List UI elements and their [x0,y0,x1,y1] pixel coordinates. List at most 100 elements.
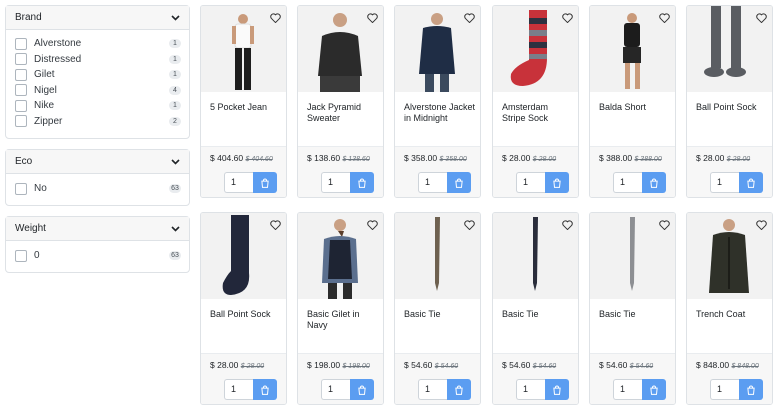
filter-option[interactable]: Nigel 4 [6,83,189,99]
product-name[interactable]: Ball Point Sock [696,102,768,113]
product-name[interactable]: Basic Tie [404,309,476,320]
quantity-input[interactable]: 1 [516,379,545,400]
filter-header-weight[interactable]: Weight [6,217,189,241]
heart-icon[interactable] [756,220,767,230]
product-image[interactable] [395,213,480,299]
shopping-bag-icon [260,178,270,188]
quantity-input[interactable]: 1 [224,379,253,400]
chevron-down-icon[interactable] [170,223,181,234]
product-name[interactable]: Ball Point Sock [210,309,282,320]
product-image[interactable] [201,6,286,92]
product-image[interactable] [201,213,286,299]
product-card[interactable]: Jack Pyramid Sweater $ 138.60 $ 138.60 1 [297,5,384,198]
filter-option[interactable]: Nike 1 [6,98,189,114]
add-to-cart-button[interactable] [739,172,763,193]
filter-option[interactable]: Alverstone 1 [6,36,189,52]
product-card[interactable]: Basic Gilet in Navy $ 198.00 $ 198.00 1 [297,212,384,405]
product-image[interactable] [590,213,675,299]
product-image[interactable] [395,6,480,92]
checkbox[interactable] [15,53,27,66]
heart-icon[interactable] [367,220,378,230]
checkbox[interactable] [15,84,27,97]
product-card[interactable]: Basic Tie $ 54.60 $ 54.60 1 [589,212,676,405]
checkbox[interactable] [15,249,27,262]
filter-header-eco[interactable]: Eco [6,150,189,174]
product-image[interactable] [687,213,772,299]
filter-option[interactable]: Zipper 2 [6,114,189,130]
checkbox[interactable] [15,37,27,50]
shopping-bag-icon [552,178,562,188]
product-name[interactable]: Basic Gilet in Navy [307,309,379,331]
quantity-input[interactable]: 1 [418,379,447,400]
add-to-cart-button[interactable] [350,379,374,400]
add-to-cart-button[interactable] [447,379,471,400]
add-to-cart-button[interactable] [350,172,374,193]
add-to-cart-button[interactable] [447,172,471,193]
heart-icon[interactable] [756,13,767,23]
product-footer: $ 848.00 $ 848.00 1 [687,353,772,404]
add-to-cart-button[interactable] [253,379,277,400]
product-card[interactable]: 5 Pocket Jean $ 404.60 $ 404.60 1 [200,5,287,198]
filter-option[interactable]: 0 63 [6,248,189,264]
add-to-cart-button[interactable] [739,379,763,400]
quantity-input[interactable]: 1 [710,172,739,193]
checkbox[interactable] [15,99,27,112]
product-card[interactable]: Trench Coat $ 848.00 $ 848.00 1 [686,212,773,405]
checkbox[interactable] [15,115,27,128]
product-name[interactable]: Trench Coat [696,309,768,320]
product-image[interactable] [493,213,578,299]
heart-icon[interactable] [270,220,281,230]
count-badge: 63 [169,251,181,261]
product-name[interactable]: Jack Pyramid Sweater [307,102,379,124]
product-image[interactable] [493,6,578,92]
quantity-input[interactable]: 1 [224,172,253,193]
add-to-cart-button[interactable] [642,172,666,193]
heart-icon[interactable] [270,13,281,23]
add-to-cart-button[interactable] [642,379,666,400]
product-name[interactable]: Alverstone Jacket in Midnight [404,102,476,124]
product-card[interactable]: Basic Tie $ 54.60 $ 54.60 1 [492,212,579,405]
shopping-bag-icon [746,178,756,188]
product-image[interactable] [687,6,772,92]
product-card[interactable]: Alverstone Jacket in Midnight $ 358.00 $ … [394,5,481,198]
quantity-input[interactable]: 1 [418,172,447,193]
quantity-input[interactable]: 1 [710,379,739,400]
product-card[interactable]: Amsterdam Stripe Sock $ 28.00 $ 28.00 1 [492,5,579,198]
quantity-input[interactable]: 1 [321,172,350,193]
product-image[interactable] [590,6,675,92]
quantity-input[interactable]: 1 [613,172,642,193]
product-card[interactable]: Ball Point Sock $ 28.00 $ 28.00 1 [686,5,773,198]
chevron-down-icon[interactable] [170,12,181,23]
checkbox[interactable] [15,68,27,81]
filter-option[interactable]: Gilet 1 [6,67,189,83]
product-name[interactable]: Balda Short [599,102,671,113]
product-name[interactable]: Amsterdam Stripe Sock [502,102,574,124]
checkbox[interactable] [15,182,27,195]
quantity-input[interactable]: 1 [321,379,350,400]
add-to-cart-button[interactable] [545,379,569,400]
product-name[interactable]: Basic Tie [599,309,671,320]
heart-icon[interactable] [659,220,670,230]
add-to-cart-button[interactable] [545,172,569,193]
product-card[interactable]: Ball Point Sock $ 28.00 $ 28.00 1 [200,212,287,405]
filter-option[interactable]: No 63 [6,181,189,197]
chevron-down-icon[interactable] [170,156,181,167]
heart-icon[interactable] [464,220,475,230]
add-to-cart-button[interactable] [253,172,277,193]
filter-option[interactable]: Distressed 1 [6,52,189,68]
quantity-input[interactable]: 1 [613,379,642,400]
heart-icon[interactable] [464,13,475,23]
product-name[interactable]: 5 Pocket Jean [210,102,282,113]
heart-icon[interactable] [562,13,573,23]
product-card[interactable]: Balda Short $ 388.00 $ 388.00 1 [589,5,676,198]
product-image[interactable] [298,213,383,299]
product-image[interactable] [298,6,383,92]
filter-header-brand[interactable]: Brand [6,6,189,30]
quantity-input[interactable]: 1 [516,172,545,193]
product-card[interactable]: Basic Tie $ 54.60 $ 54.60 1 [394,212,481,405]
product-name[interactable]: Basic Tie [502,309,574,320]
heart-icon[interactable] [659,13,670,23]
heart-icon[interactable] [367,13,378,23]
heart-icon[interactable] [562,220,573,230]
count-badge: 63 [169,184,181,194]
